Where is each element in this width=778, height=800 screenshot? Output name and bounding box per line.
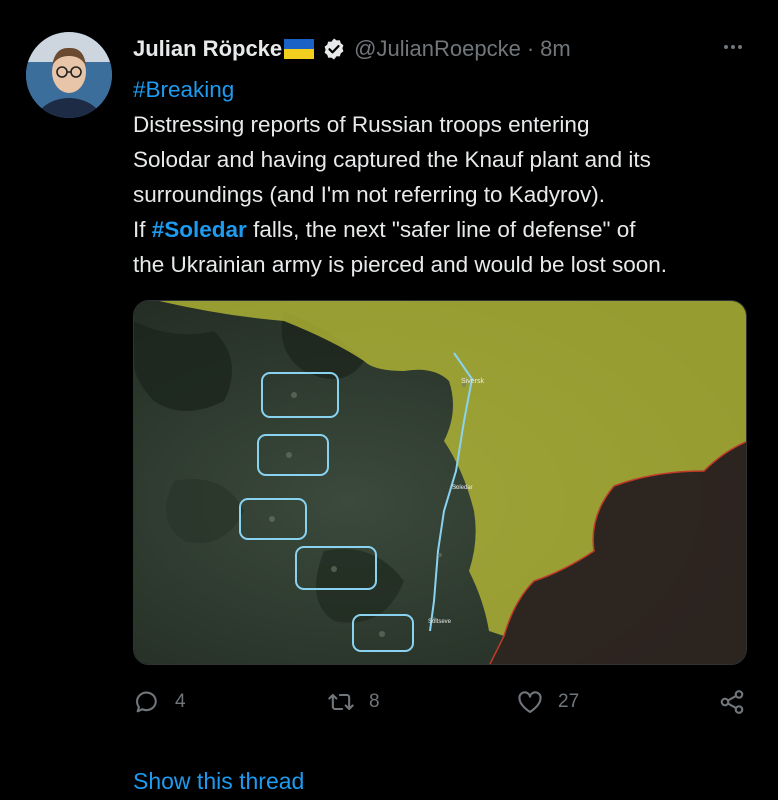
like-button[interactable]: 27 <box>516 688 579 716</box>
tweet-header: Julian Röpcke @JulianRoepcke · 8m <box>133 34 571 64</box>
share-icon <box>720 690 744 714</box>
share-button[interactable] <box>718 688 760 716</box>
show-thread-link[interactable]: Show this thread <box>133 768 304 795</box>
tweet-text-line: Distressing reports of Russian troops en… <box>133 112 590 137</box>
satellite-map: Siversk Soledar Soltseve <box>134 301 746 664</box>
author-name[interactable]: Julian Röpcke <box>133 36 282 62</box>
avatar-image <box>26 32 112 118</box>
author-handle[interactable]: @JulianRoepcke <box>354 36 521 62</box>
like-icon <box>518 691 542 713</box>
avatar[interactable] <box>26 32 112 118</box>
map-label-siversk: Siversk <box>461 378 484 385</box>
tweet-text-line: surroundings (and I'm not referring to K… <box>133 182 606 207</box>
retweet-count: 8 <box>369 691 380 712</box>
tweet-actions: 4 8 27 <box>133 688 753 722</box>
reply-count: 4 <box>175 691 186 712</box>
retweet-icon <box>328 693 354 711</box>
reply-button[interactable]: 4 <box>133 688 186 716</box>
tweet-text-line: the Ukrainian army is pierced and would … <box>133 252 668 277</box>
hashtag-soledar[interactable]: #Soledar <box>152 217 247 242</box>
verified-badge-icon <box>324 38 344 60</box>
reply-icon <box>136 691 157 713</box>
tweet-text-fragment: If <box>133 217 152 242</box>
tweet-text-fragment: falls, the next "safer line of defense" … <box>246 217 636 242</box>
more-icon[interactable] <box>718 34 748 60</box>
ukraine-flag-icon <box>284 39 315 59</box>
separator-dot: · <box>526 36 535 61</box>
tweet-text-line: Solodar and having captured the Knauf pl… <box>133 147 651 172</box>
tweet-time[interactable]: 8m <box>540 36 571 62</box>
like-count: 27 <box>558 691 580 712</box>
tweet-text: #Breaking Distressing reports of Russian… <box>133 72 753 282</box>
map-label-soltseve: Soltseve <box>428 619 452 625</box>
map-label-soledar: Soledar <box>452 485 473 491</box>
tweet-media-map[interactable]: Siversk Soledar Soltseve <box>133 300 747 665</box>
retweet-button[interactable]: 8 <box>327 688 380 716</box>
hashtag-breaking[interactable]: #Breaking <box>133 77 234 102</box>
